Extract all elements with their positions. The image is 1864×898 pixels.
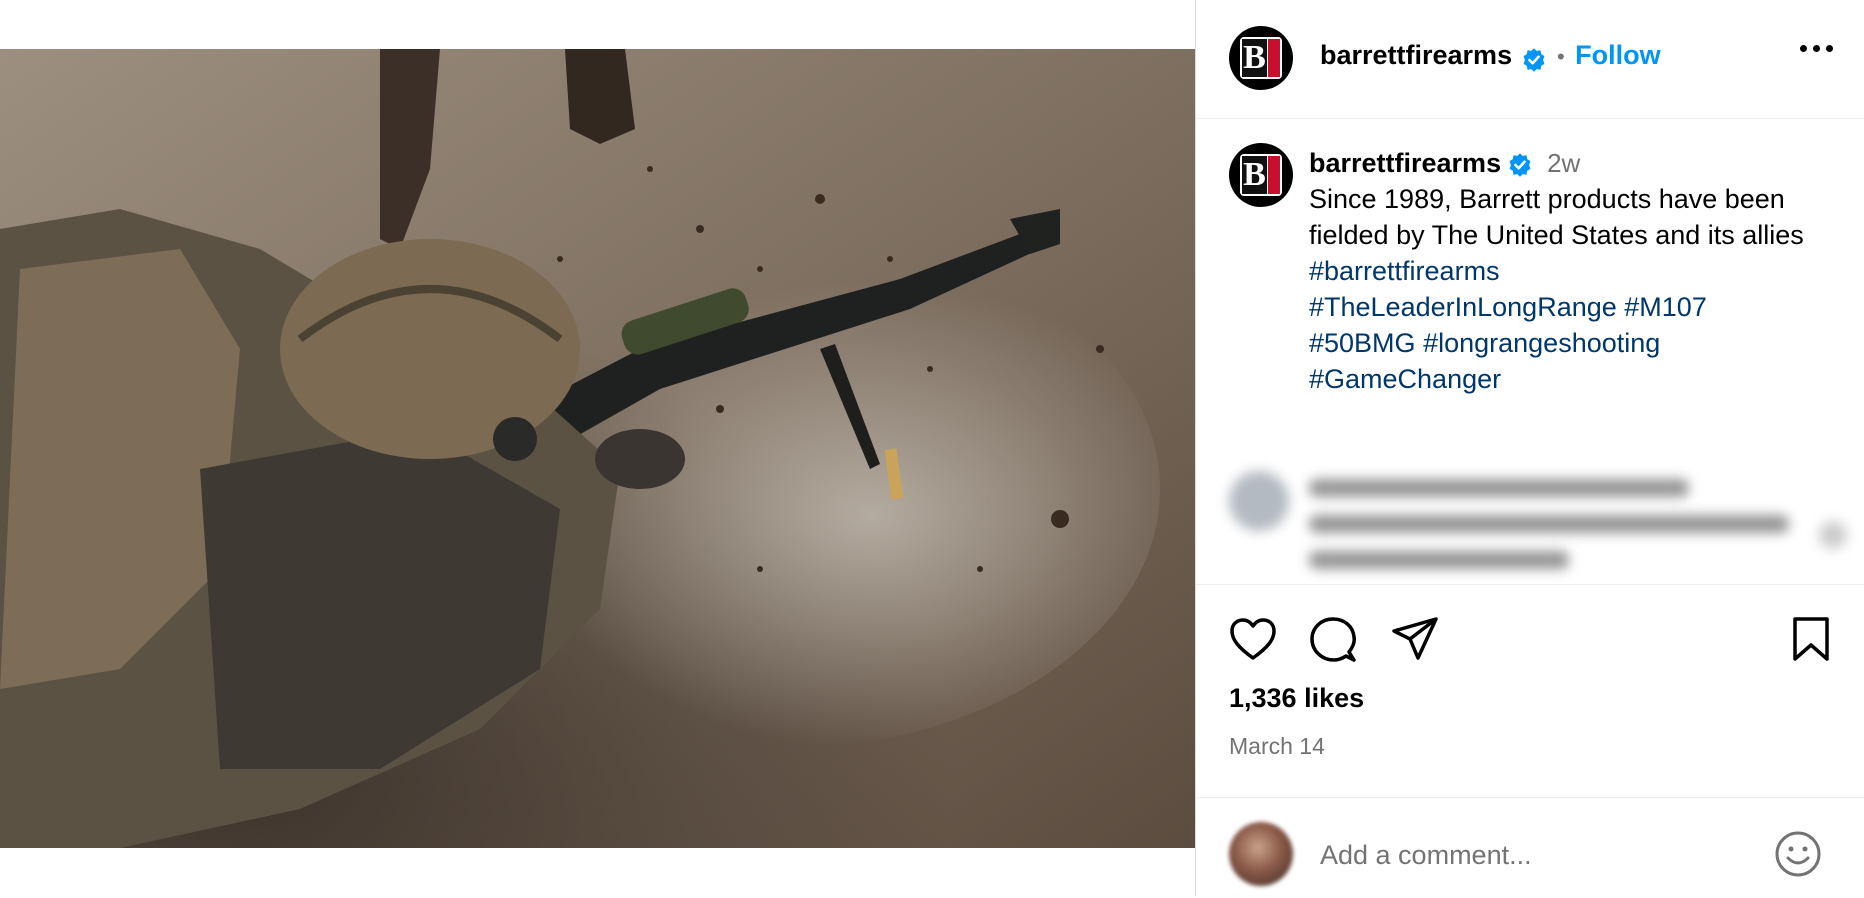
viewer-avatar <box>1229 822 1293 886</box>
hashtag-link[interactable]: #M107 <box>1624 292 1707 322</box>
post-media <box>0 0 1195 896</box>
barrett-logo-icon: B <box>1240 37 1282 79</box>
hashtag-link[interactable]: #TheLeaderInLongRange <box>1309 292 1617 322</box>
verified-badge-icon <box>1509 153 1531 177</box>
post-actions: 1,336 likes March 14 <box>1196 584 1864 897</box>
more-options-icon[interactable] <box>1800 42 1834 56</box>
caption-area: B barrettfirearms 2w Since 1989, Barrett… <box>1196 119 1864 584</box>
caption-body: Since 1989, Barrett products have been f… <box>1309 184 1804 250</box>
paper-plane-icon[interactable] <box>1391 616 1439 662</box>
blurred-comment <box>1229 471 1849 581</box>
hashtag-link[interactable]: #barrettfirearms <box>1309 256 1500 286</box>
post-side-panel: B barrettfirearms • Follow B barrettfire… <box>1196 0 1864 896</box>
barrett-logo-icon: B <box>1240 154 1282 196</box>
add-comment-row <box>1196 797 1864 898</box>
author-avatar[interactable]: B <box>1229 26 1293 90</box>
caption-author-avatar[interactable]: B <box>1229 143 1293 207</box>
likes-count[interactable]: 1,336 likes <box>1229 683 1364 714</box>
hashtag-link[interactable]: #GameChanger <box>1309 364 1501 394</box>
heart-icon[interactable] <box>1229 617 1277 661</box>
post-header: B barrettfirearms • Follow <box>1196 0 1864 119</box>
header-username[interactable]: barrettfirearms <box>1320 40 1512 70</box>
bookmark-icon[interactable] <box>1791 616 1831 662</box>
comment-input[interactable] <box>1318 834 1762 876</box>
photo-soldier-rifle <box>0 49 1195 848</box>
post-photo[interactable] <box>0 49 1195 848</box>
caption-username[interactable]: barrettfirearms <box>1309 148 1501 178</box>
header-separator: • <box>1557 44 1565 69</box>
follow-button[interactable]: Follow <box>1575 40 1660 70</box>
header-identity: barrettfirearms • Follow <box>1320 40 1661 73</box>
hashtag-link[interactable]: #50BMG <box>1309 328 1416 358</box>
post-date[interactable]: March 14 <box>1229 733 1325 760</box>
caption-text: barrettfirearms 2w Since 1989, Barrett p… <box>1309 145 1849 397</box>
verified-badge-icon <box>1523 48 1544 72</box>
comment-bubble-icon[interactable] <box>1309 616 1357 664</box>
hashtag-link[interactable]: #longrangeshooting <box>1423 328 1660 358</box>
post-time-ago[interactable]: 2w <box>1547 148 1580 178</box>
smiley-face-icon[interactable] <box>1773 829 1823 879</box>
